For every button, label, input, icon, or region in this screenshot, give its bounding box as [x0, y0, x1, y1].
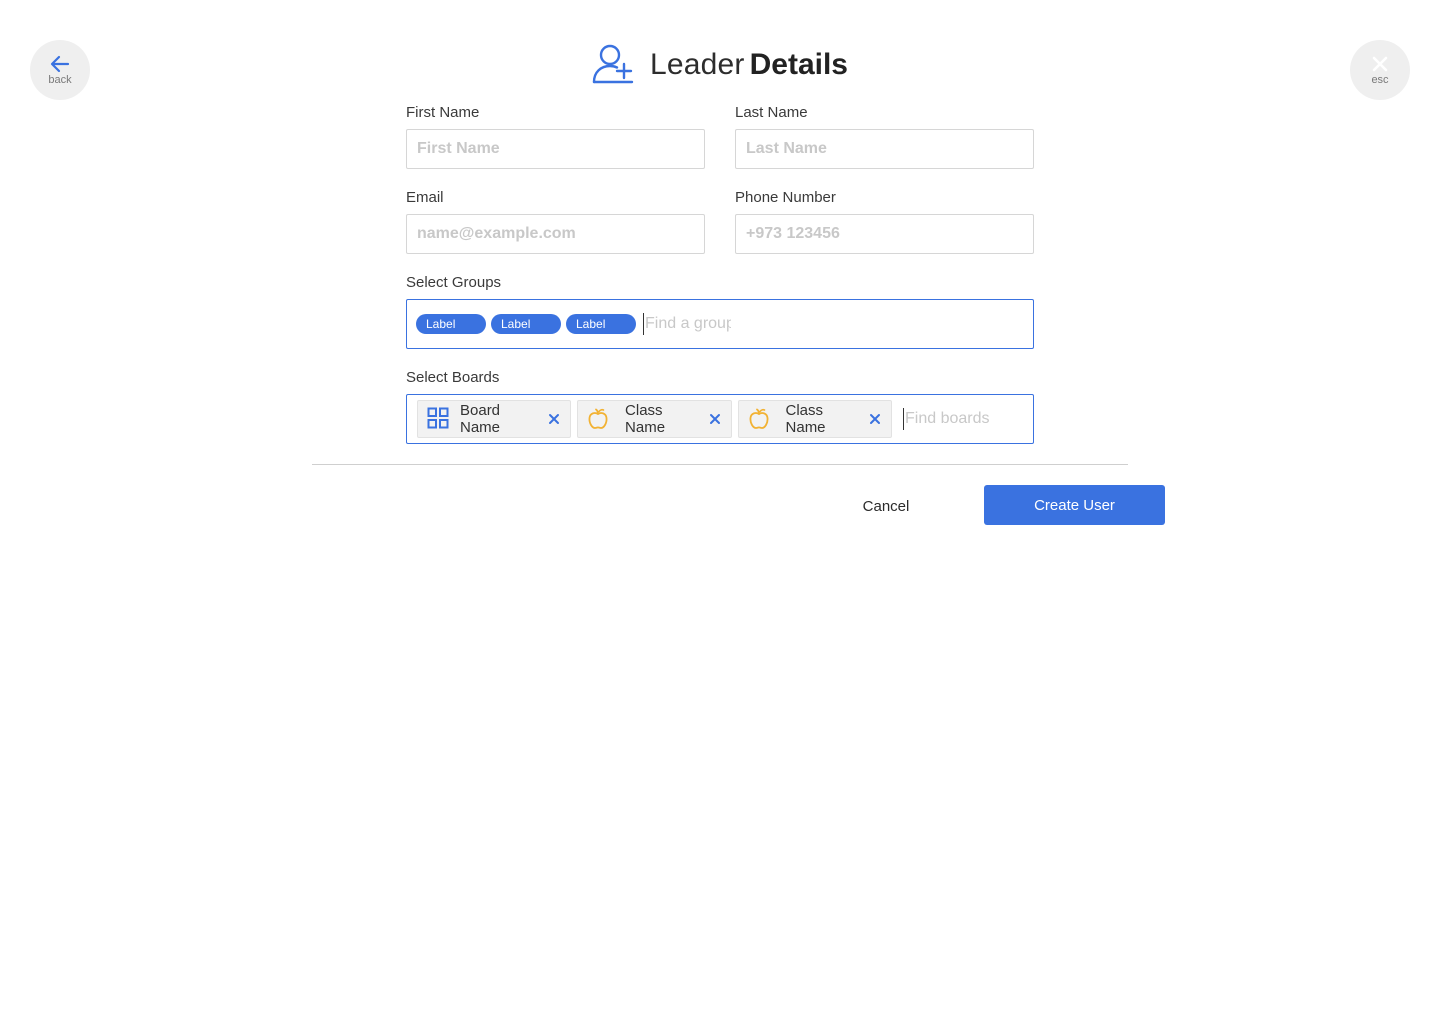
- select-groups-label: Select Groups: [406, 274, 502, 291]
- board-chip-label: Class Name: [785, 402, 826, 436]
- select-boards-label: Select Boards: [406, 369, 500, 386]
- remove-board-icon[interactable]: [709, 413, 721, 425]
- create-user-button[interactable]: Create User: [984, 485, 1165, 525]
- cancel-button[interactable]: Cancel: [840, 494, 932, 518]
- group-chip[interactable]: Label: [566, 314, 636, 334]
- last-name-field[interactable]: [735, 129, 1034, 169]
- grid-icon: [427, 407, 449, 431]
- email-label: Email: [406, 189, 444, 206]
- apple-icon: [747, 407, 771, 431]
- page-title-light: Leader: [649, 48, 745, 81]
- remove-board-icon[interactable]: [548, 413, 560, 425]
- remove-board-icon[interactable]: [869, 413, 881, 425]
- board-chip[interactable]: Board Name: [417, 400, 572, 438]
- last-name-label: Last Name: [735, 104, 808, 121]
- board-chip-label: Class Name: [625, 402, 666, 436]
- first-name-field[interactable]: [406, 129, 705, 169]
- board-selector[interactable]: Board Name Class Name Class Name Find bo…: [406, 394, 1034, 444]
- apple-icon: [586, 407, 610, 431]
- group-selector[interactable]: Label Label Label: [406, 299, 1034, 349]
- board-chip-label: Board Name: [460, 402, 501, 436]
- board-chip[interactable]: Class Name: [737, 400, 892, 438]
- phone-label: Phone Number: [735, 189, 836, 206]
- group-chip[interactable]: Label: [491, 314, 561, 334]
- page-header: Leader Details: [0, 40, 1440, 90]
- group-search-input[interactable]: [643, 313, 731, 335]
- first-name-label: First Name: [406, 104, 480, 121]
- page-title-bold: Details: [749, 48, 848, 81]
- email-field[interactable]: [406, 214, 705, 254]
- phone-field[interactable]: [735, 214, 1034, 254]
- board-search-input[interactable]: [903, 408, 1033, 430]
- add-user-icon: [592, 42, 636, 86]
- board-chip[interactable]: Class Name: [577, 400, 732, 438]
- create-leader-page: back esc Leader Details First Name Last …: [0, 0, 1440, 1024]
- form-divider: [312, 464, 1128, 465]
- group-chip[interactable]: Label: [416, 314, 486, 334]
